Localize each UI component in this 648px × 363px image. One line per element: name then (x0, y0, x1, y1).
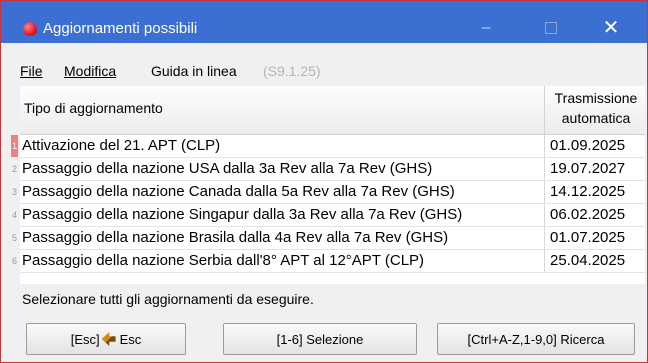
maximize-icon (545, 21, 557, 34)
column-header-type[interactable]: Tipo di aggiornamento (24, 100, 163, 116)
row-marker: 6 (11, 256, 17, 266)
update-type-cell: Passaggio della nazione Singapur dalla 3… (22, 206, 463, 223)
cell-divider (544, 227, 545, 249)
transmission-date-cell: 06.02.2025 (550, 206, 626, 223)
select-button[interactable]: [1-6] Selezione (223, 323, 417, 355)
minimize-button[interactable]: – (471, 16, 501, 40)
update-type-cell: Passaggio della nazione Brasila dalla 4a… (22, 229, 449, 246)
table-row[interactable]: 1 Attivazione del 21. APT (CLP) 01.09.20… (11, 135, 645, 158)
exit-icon (101, 332, 116, 346)
menu-help[interactable]: Guida in linea (151, 62, 237, 80)
transmission-date-cell: 19.07.2027 (550, 160, 626, 177)
menu-file-label: File (20, 63, 43, 79)
cell-divider (544, 135, 545, 157)
search-button[interactable]: [Ctrl+A-Z,1-9,0] Ricerca (437, 323, 635, 355)
row-marker: 4 (11, 210, 17, 220)
table-row[interactable]: 4 Passaggio della nazione Singapur dalla… (12, 204, 645, 227)
app-icon (23, 22, 37, 36)
column-header-transmission[interactable]: Trasmissione automatica (546, 88, 646, 128)
transmission-date-cell: 01.07.2025 (550, 229, 626, 246)
menu-edit[interactable]: Modifica (64, 62, 116, 80)
status-message: Selezionare tutti gli aggiornamenti da e… (22, 291, 314, 307)
cell-divider (544, 250, 545, 272)
transmission-date-cell: 14.12.2025 (550, 183, 626, 200)
update-type-cell: Passaggio della nazione Canada dalla 5a … (22, 183, 455, 200)
title-bar[interactable]: Aggiornamenti possibili – ✕ (1, 1, 647, 43)
update-type-cell: Passaggio della nazione Serbia dall'8° A… (22, 252, 425, 269)
table-row[interactable]: 6 Passaggio della nazione Serbia dall'8°… (12, 250, 645, 273)
cell-divider (544, 181, 545, 203)
table-row[interactable]: 5 Passaggio della nazione Brasila dalla … (12, 227, 645, 250)
column-header-transmission-line2: automatica (561, 110, 631, 126)
column-header-transmission-line1: Trasmissione (554, 90, 638, 106)
esc-button-label: Esc (119, 332, 142, 347)
column-divider[interactable] (544, 86, 545, 134)
table-row[interactable]: 2 Passaggio della nazione USA dalla 3a R… (12, 158, 645, 181)
row-marker: 5 (11, 233, 17, 243)
esc-shortcut-label: [Esc] (70, 332, 100, 347)
row-marker: 3 (11, 187, 17, 197)
maximize-button[interactable] (536, 16, 566, 40)
row-marker: 1 (11, 135, 18, 157)
transmission-date-cell: 01.09.2025 (550, 137, 626, 154)
table-row[interactable]: 3 Passaggio della nazione Canada dalla 5… (12, 181, 645, 204)
close-button[interactable]: ✕ (596, 16, 626, 40)
version-label: (S9.1.25) (263, 63, 321, 79)
transmission-date-cell: 25.04.2025 (550, 252, 626, 269)
update-type-cell: Passaggio della nazione USA dalla 3a Rev… (22, 160, 433, 177)
cell-divider (544, 204, 545, 226)
cell-divider (544, 158, 545, 180)
esc-button[interactable]: [Esc] Esc (26, 323, 186, 355)
table-header: Tipo di aggiornamento Trasmissione autom… (20, 86, 645, 135)
updates-table: Tipo di aggiornamento Trasmissione autom… (11, 86, 645, 284)
row-marker: 2 (11, 164, 17, 174)
menu-file[interactable]: File (20, 62, 43, 80)
dialog-window: Aggiornamenti possibili – ✕ File Modific… (0, 0, 648, 363)
window-title: Aggiornamenti possibili (43, 20, 198, 37)
menu-bar: File Modifica Guida in linea (S9.1.25) (1, 43, 647, 85)
menu-edit-label: Modifica (64, 63, 117, 79)
update-type-cell: Attivazione del 21. APT (CLP) (22, 137, 221, 154)
